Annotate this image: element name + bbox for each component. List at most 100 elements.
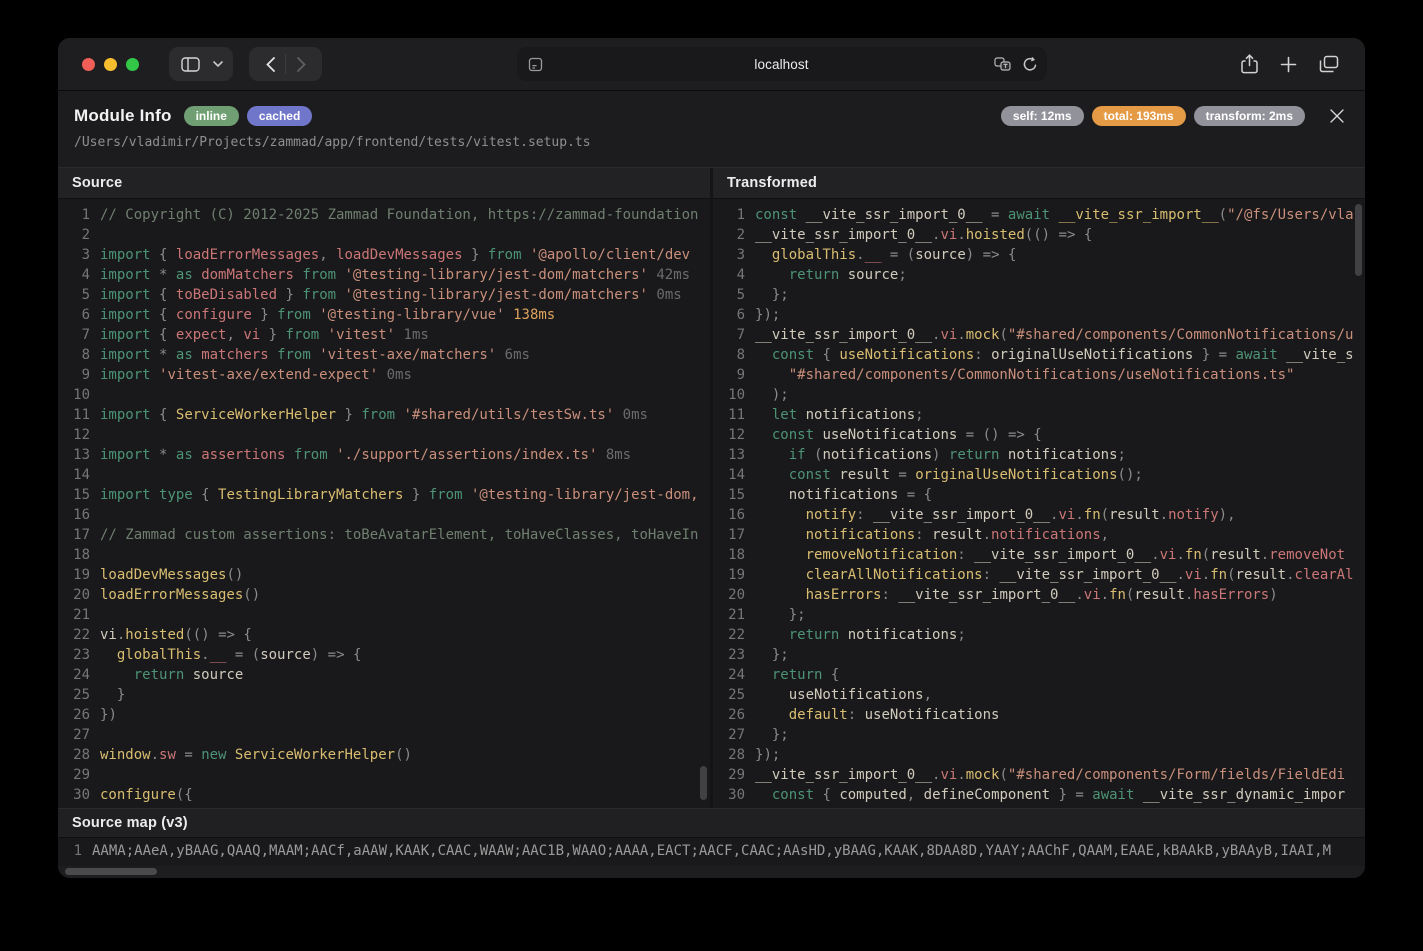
- code-line: 11import { ServiceWorkerHelper } from '#…: [66, 405, 710, 425]
- line-number: 24: [721, 665, 745, 685]
- page-title: Module Info: [74, 106, 172, 126]
- reload-icon[interactable]: [1023, 57, 1037, 72]
- code-line: 27 };: [721, 725, 1365, 745]
- close-panel-button[interactable]: [1325, 104, 1349, 128]
- code-line: 2__vite_ssr_import_0__.vi.hoisted(() => …: [721, 225, 1365, 245]
- code-line: 21 };: [721, 605, 1365, 625]
- transformed-panel-title: Transformed: [713, 168, 1365, 199]
- line-number: 4: [66, 265, 90, 285]
- line-number: 2: [721, 225, 745, 245]
- line-number: 13: [721, 445, 745, 465]
- source-map-title: Source map (v3): [58, 808, 1365, 838]
- code-line: 5 };: [721, 285, 1365, 305]
- line-number: 30: [66, 785, 90, 805]
- back-button[interactable]: [255, 49, 285, 79]
- code-line: 8 const { useNotifications: originalUseN…: [721, 345, 1365, 365]
- line-number: 26: [721, 705, 745, 725]
- code-line: 15import type { TestingLibraryMatchers }…: [66, 485, 710, 505]
- code-line: 25 }: [66, 685, 710, 705]
- transformed-vertical-scrollbar[interactable]: [1355, 204, 1362, 276]
- line-number: 29: [721, 765, 745, 785]
- code-line: 7import { expect, vi } from 'vitest' 1ms: [66, 325, 710, 345]
- code-line: 30 const { computed, defineComponent } =…: [721, 785, 1365, 805]
- sidebar-icon: [181, 57, 200, 72]
- url-text: localhost: [517, 57, 1047, 72]
- line-number: 20: [66, 585, 90, 605]
- zoom-window-button[interactable]: [126, 58, 139, 71]
- code-line: 23 };: [721, 645, 1365, 665]
- code-line: 10: [66, 385, 710, 405]
- chevron-down-icon: [213, 61, 223, 67]
- line-number: 21: [66, 605, 90, 625]
- address-bar[interactable]: localhost: [517, 47, 1047, 81]
- line-number: 29: [66, 765, 90, 785]
- line-number: 23: [721, 645, 745, 665]
- source-vertical-scrollbar[interactable]: [700, 766, 707, 800]
- line-number: 18: [66, 545, 90, 565]
- line-number: 14: [66, 465, 90, 485]
- line-number: 16: [721, 505, 745, 525]
- line-number: 22: [66, 625, 90, 645]
- line-number: 6: [721, 305, 745, 325]
- code-line: 24 return source: [66, 665, 710, 685]
- line-number: 5: [721, 285, 745, 305]
- timing-badge: self: 12ms: [1001, 106, 1084, 126]
- code-line: 28window.sw = new ServiceWorkerHelper(): [66, 745, 710, 765]
- code-line: 7__vite_ssr_import_0__.vi.mock("#shared/…: [721, 325, 1365, 345]
- timing-badge: total: 193ms: [1092, 106, 1186, 126]
- code-line: 17// Zammad custom assertions: toBeAvata…: [66, 525, 710, 545]
- line-number: 15: [721, 485, 745, 505]
- source-map-horizontal-scrollbar[interactable]: [65, 868, 157, 875]
- code-line: 3import { loadErrorMessages, loadDevMess…: [66, 245, 710, 265]
- code-line: 14 const result = originalUseNotificatio…: [721, 465, 1365, 485]
- code-line: 14: [66, 465, 710, 485]
- code-line: 21: [66, 605, 710, 625]
- sidebar-toggle-button[interactable]: [175, 49, 205, 79]
- code-line: 3 globalThis.__ = (source) => {: [721, 245, 1365, 265]
- line-number: 1: [721, 205, 745, 225]
- line-number: 21: [721, 605, 745, 625]
- code-line: 29: [66, 765, 710, 785]
- code-line: 25 useNotifications,: [721, 685, 1365, 705]
- code-line: 11 let notifications;: [721, 405, 1365, 425]
- line-number: 1: [66, 838, 82, 864]
- bottom-strip: [58, 866, 1365, 878]
- line-number: 11: [66, 405, 90, 425]
- code-line: 19 clearAllNotifications: __vite_ssr_imp…: [721, 565, 1365, 585]
- source-map-viewer[interactable]: 1AAMA;AAeA,yBAAG,QAAQ,MAAM;AACf,aAAW,KAA…: [58, 838, 1365, 866]
- code-line: 1AAMA;AAeA,yBAAG,QAAQ,MAAM;AACf,aAAW,KAA…: [66, 838, 1365, 864]
- sidebar-menu-button[interactable]: [209, 49, 227, 79]
- line-number: 12: [721, 425, 745, 445]
- source-code-viewer[interactable]: 1// Copyright (C) 2012-2025 Zammad Found…: [58, 199, 710, 808]
- code-line: 26}): [66, 705, 710, 725]
- line-number: 10: [66, 385, 90, 405]
- code-line: 20 hasErrors: __vite_ssr_import_0__.vi.f…: [721, 585, 1365, 605]
- module-info-header: Module Info inlinecached self: 12mstotal…: [58, 91, 1365, 167]
- new-tab-icon[interactable]: [1280, 56, 1297, 73]
- line-number: 3: [721, 245, 745, 265]
- code-line: 10 );: [721, 385, 1365, 405]
- close-window-button[interactable]: [82, 58, 95, 71]
- code-line: 29__vite_ssr_import_0__.vi.mock("#shared…: [721, 765, 1365, 785]
- line-number: 28: [66, 745, 90, 765]
- line-number: 2: [66, 225, 90, 245]
- line-number: 7: [721, 325, 745, 345]
- share-icon[interactable]: [1241, 54, 1258, 74]
- code-line: 26 default: useNotifications: [721, 705, 1365, 725]
- line-number: 26: [66, 705, 90, 725]
- code-line: 9import 'vitest-axe/extend-expect' 0ms: [66, 365, 710, 385]
- translate-icon[interactable]: [994, 57, 1011, 71]
- tab-overview-icon[interactable]: [1319, 55, 1339, 73]
- transformed-panel: Transformed 1const __vite_ssr_import_0__…: [710, 168, 1365, 808]
- code-line: 4import * as domMatchers from '@testing-…: [66, 265, 710, 285]
- minimize-window-button[interactable]: [104, 58, 117, 71]
- forward-button[interactable]: [286, 49, 316, 79]
- line-number: 12: [66, 425, 90, 445]
- transformed-code-viewer[interactable]: 1const __vite_ssr_import_0__ = await __v…: [713, 199, 1365, 808]
- line-number: 20: [721, 585, 745, 605]
- source-panel: Source 1// Copyright (C) 2012-2025 Zamma…: [58, 168, 710, 808]
- line-number: 17: [721, 525, 745, 545]
- line-number: 9: [66, 365, 90, 385]
- code-line: 16: [66, 505, 710, 525]
- line-number: 25: [66, 685, 90, 705]
